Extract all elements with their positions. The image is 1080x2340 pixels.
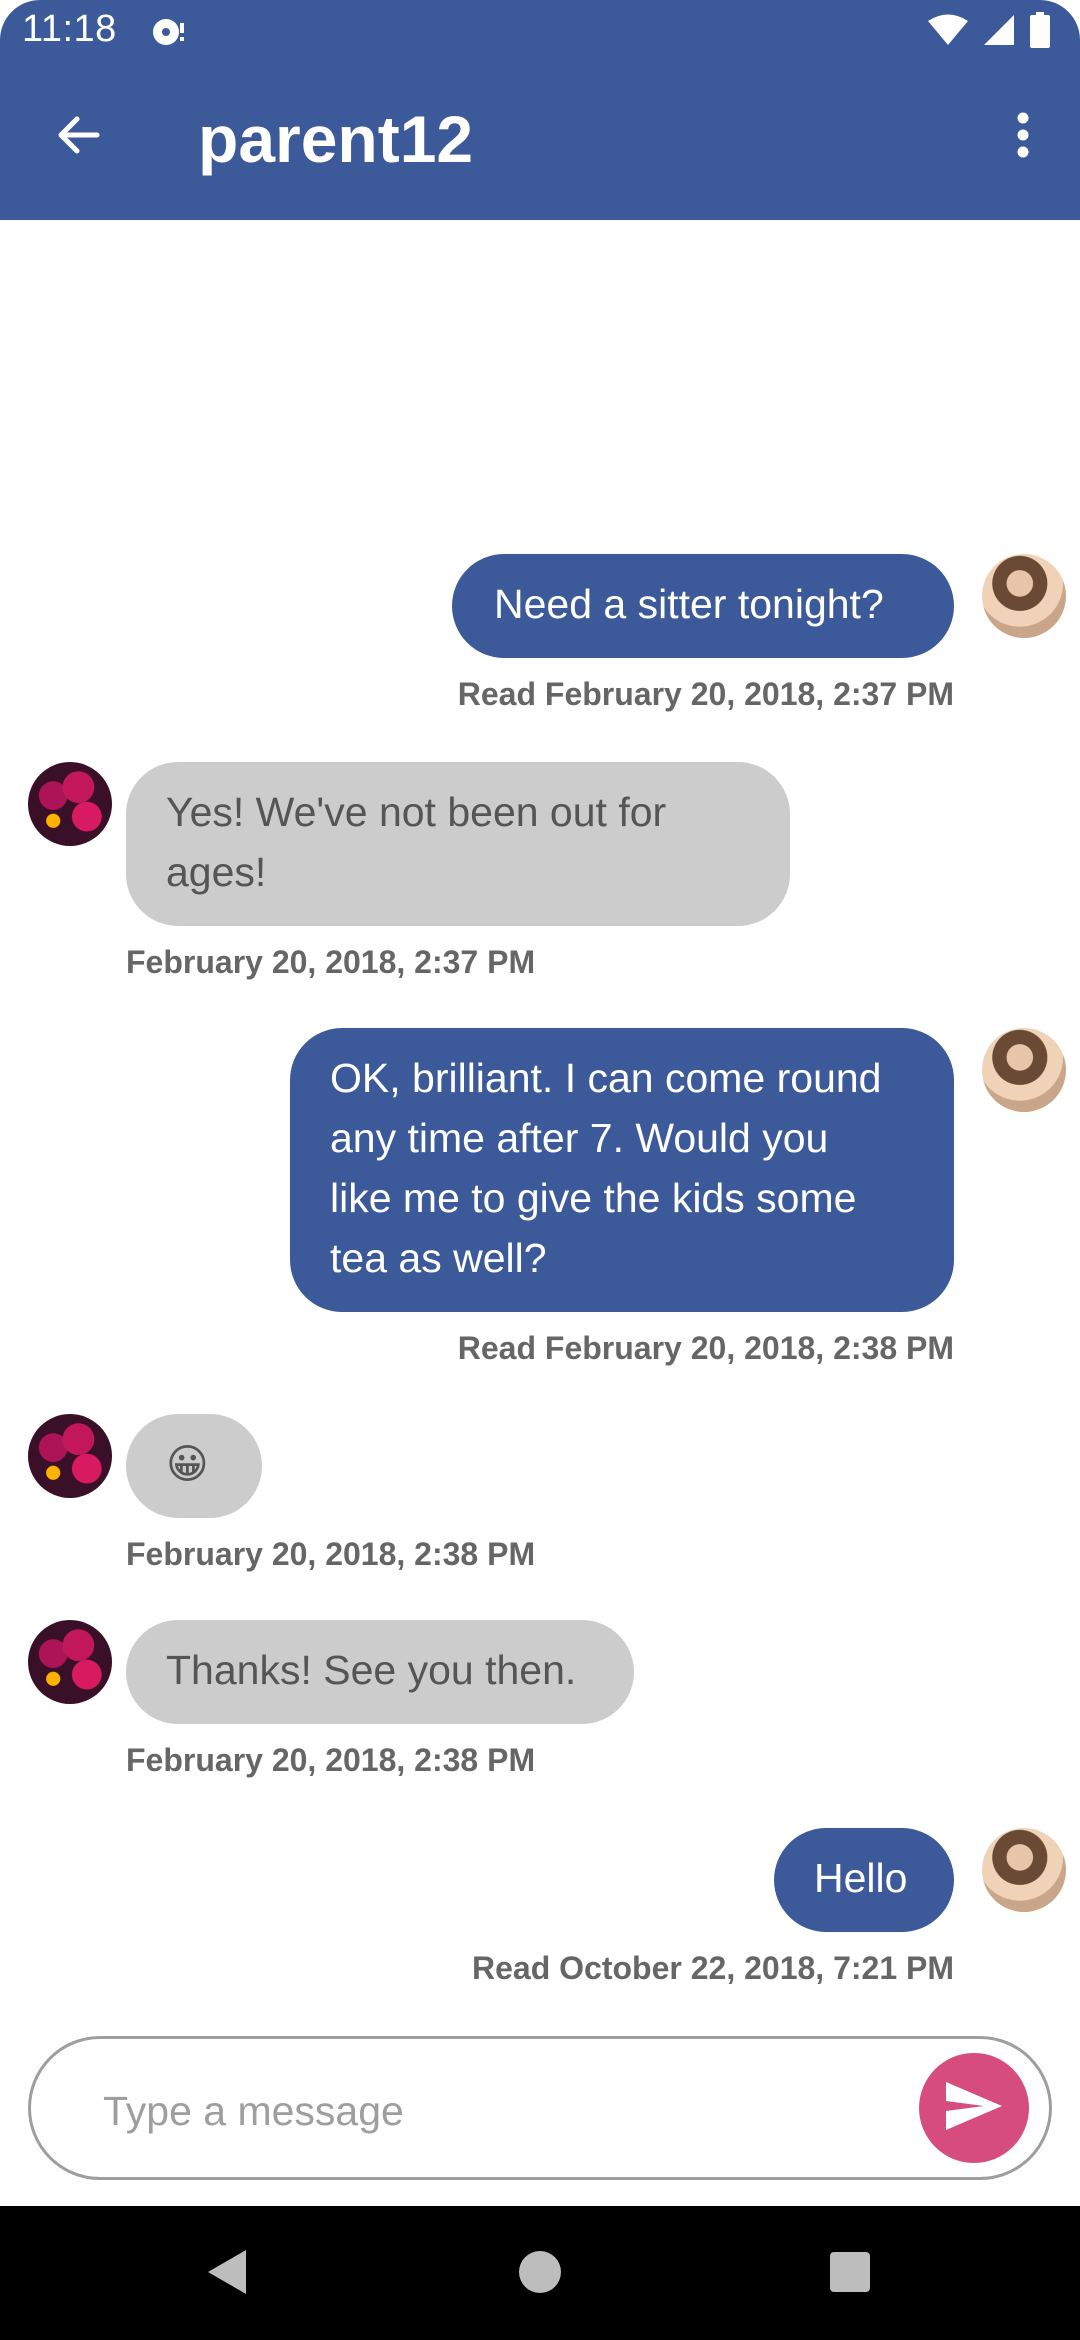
status-icons	[928, 11, 1050, 53]
message-text-line: any time after 7. Would you	[330, 1115, 829, 1161]
incoming-message-bubble[interactable]: 😀	[126, 1414, 262, 1518]
message-text-line: Yes! We've not been out for	[166, 789, 667, 835]
avatar[interactable]	[982, 1828, 1066, 1912]
back-button[interactable]	[40, 100, 114, 174]
signal-icon	[982, 13, 1016, 52]
incoming-message-bubble[interactable]: Yes! We've not been out for ages!	[126, 762, 790, 926]
message-timestamp: Read February 20, 2018, 2:37 PM	[457, 676, 954, 712]
avatar[interactable]	[982, 1028, 1066, 1112]
triangle-back-icon	[204, 2248, 248, 2301]
nav-back-button[interactable]	[194, 2242, 258, 2306]
message-timestamp: Read October 22, 2018, 7:21 PM	[472, 1950, 954, 1986]
send-button[interactable]	[919, 2053, 1029, 2163]
toolbar: parent12	[0, 64, 1080, 220]
message-text: Thanks! See you then.	[166, 1647, 577, 1693]
outgoing-message-bubble[interactable]: Hello	[774, 1828, 954, 1932]
media-notification-icon	[150, 14, 186, 50]
message-text: Hello	[814, 1855, 908, 1901]
message-timestamp: Read February 20, 2018, 2:38 PM	[457, 1330, 954, 1366]
avatar[interactable]	[28, 1414, 112, 1498]
message-input[interactable]	[101, 2075, 905, 2147]
composer	[28, 2036, 1052, 2180]
square-recents-icon	[828, 2250, 872, 2299]
app-bar: 11:18 parent12	[0, 0, 1080, 220]
nav-recents-button[interactable]	[818, 2242, 882, 2306]
emoji-message: 😀	[166, 1441, 209, 1487]
circle-home-icon	[517, 2249, 563, 2300]
avatar[interactable]	[982, 554, 1066, 638]
system-nav-bar	[0, 2206, 1080, 2340]
chat-screen: 11:18 parent12 Need a sitter tonight? Re…	[0, 0, 1080, 2340]
message-text-line: ages!	[166, 849, 267, 895]
message-timestamp: February 20, 2018, 2:37 PM	[126, 944, 536, 980]
message-list[interactable]: Need a sitter tonight? Read February 20,…	[0, 220, 1080, 2020]
message-text-line: tea as well?	[330, 1235, 547, 1281]
outgoing-message-bubble[interactable]: OK, brilliant. I can come round any time…	[290, 1028, 954, 1312]
message-text: Need a sitter tonight?	[494, 581, 884, 627]
send-icon	[944, 2080, 1004, 2137]
outgoing-message-bubble[interactable]: Need a sitter tonight?	[452, 554, 954, 658]
message-timestamp: February 20, 2018, 2:38 PM	[126, 1536, 536, 1572]
battery-icon	[1030, 11, 1050, 53]
avatar[interactable]	[28, 762, 112, 846]
nav-home-button[interactable]	[508, 2242, 572, 2306]
conversation-title: parent12	[198, 102, 474, 176]
status-bar: 11:18	[0, 0, 1080, 64]
wifi-icon	[928, 14, 968, 51]
message-text-line: like me to give the kids some	[330, 1175, 857, 1221]
message-timestamp: February 20, 2018, 2:38 PM	[126, 1742, 536, 1778]
message-text-line: OK, brilliant. I can come round	[330, 1055, 882, 1101]
incoming-message-bubble[interactable]: Thanks! See you then.	[126, 1620, 634, 1724]
status-time: 11:18	[22, 8, 117, 50]
arrow-left-icon	[53, 111, 101, 164]
overflow-menu-button[interactable]	[986, 100, 1060, 174]
more-vert-icon	[1015, 111, 1031, 164]
avatar[interactable]	[28, 1620, 112, 1704]
